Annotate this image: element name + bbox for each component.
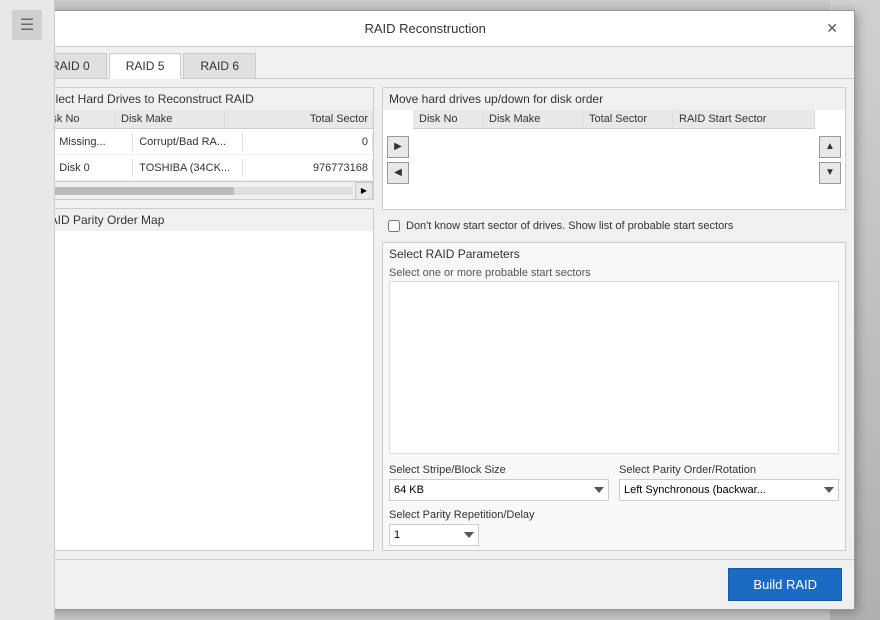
right-col-total-sector: Total Sector: [583, 110, 673, 128]
dont-know-checkbox[interactable]: [388, 220, 400, 232]
total-sector-1: 0: [243, 133, 373, 151]
scroll-track[interactable]: [55, 187, 353, 195]
repetition-select[interactable]: 1 2 3 4: [389, 524, 479, 546]
main-window: ← RAID Reconstruction ✕ RAID 0 RAID 5 RA…: [25, 10, 855, 610]
right-col-disk-no: Disk No: [413, 110, 483, 128]
stripe-group: Select Stripe/Block Size 64 KB 128 KB 25…: [389, 464, 609, 501]
dont-know-row: Don't know start sector of drives. Show …: [382, 216, 846, 236]
hard-drives-section: Select Hard Drives to Reconstruct RAID D…: [34, 87, 374, 200]
disk-no-2: Disk 0: [53, 159, 133, 177]
build-raid-button[interactable]: Build RAID: [728, 568, 842, 601]
window-title: RAID Reconstruction: [60, 21, 790, 36]
sidebar-icon-1: ☰: [12, 10, 42, 40]
table-row[interactable]: 🖫 Disk 0 TOSHIBA (34CK... 976773168: [35, 155, 373, 181]
title-bar: ← RAID Reconstruction ✕: [26, 11, 854, 47]
parity-map-label: RAID Parity Order Map: [35, 209, 373, 231]
disk-make-1: Corrupt/Bad RA...: [133, 133, 243, 151]
disk-make-2: TOSHIBA (34CK...: [133, 159, 243, 177]
hard-drives-label: Select Hard Drives to Reconstruct RAID: [35, 88, 373, 110]
dont-know-label[interactable]: Don't know start sector of drives. Show …: [406, 220, 733, 232]
repetition-label: Select Parity Repetition/Delay: [389, 509, 839, 521]
right-col-raid-start: RAID Start Sector: [673, 110, 815, 128]
stripe-select[interactable]: 64 KB 128 KB 256 KB 512 KB: [389, 479, 609, 501]
stripe-parity-row: Select Stripe/Block Size 64 KB 128 KB 25…: [383, 460, 845, 505]
parity-label: Select Parity Order/Rotation: [619, 464, 839, 476]
col-disk-make-header: Disk Make: [115, 110, 225, 128]
parity-select[interactable]: Left Synchronous (backwar... Left Asynch…: [619, 479, 839, 501]
disk-no-1: Missing...: [53, 133, 133, 151]
horiz-scrollbar[interactable]: ◀ ▶: [35, 181, 373, 199]
close-button[interactable]: ✕: [820, 18, 844, 39]
drives-table-header: Disk No Disk Make Total Sector: [35, 110, 373, 129]
col-total-sector-header: Total Sector: [225, 110, 373, 128]
move-section-body: ▶ ◀ Disk No Disk Make Total Sector RAID …: [383, 110, 845, 209]
updown-arrows: ▲ ▼: [815, 110, 845, 209]
tab-raid6[interactable]: RAID 6: [183, 53, 256, 78]
start-sectors-label: Select one or more probable start sector…: [383, 265, 845, 281]
raid-params-section: Select RAID Parameters Select one or mor…: [382, 242, 846, 551]
right-table-content: [413, 129, 815, 209]
sidebar-strip: ☰: [0, 0, 55, 620]
total-sector-2: 976773168: [243, 159, 373, 177]
move-section: Move hard drives up/down for disk order …: [382, 87, 846, 210]
table-row[interactable]: 🖫 Missing... Corrupt/Bad RA... 0: [35, 129, 373, 155]
right-table-header: Disk No Disk Make Total Sector RAID Star…: [413, 110, 815, 129]
transfer-right-button[interactable]: ▶: [387, 136, 409, 158]
start-sectors-list: [389, 281, 839, 454]
scroll-thumb[interactable]: [55, 187, 234, 195]
right-panel: Move hard drives up/down for disk order …: [382, 87, 846, 551]
left-panel: Select Hard Drives to Reconstruct RAID D…: [34, 87, 374, 551]
bottom-bar: Build RAID: [26, 559, 854, 609]
tab-bar: RAID 0 RAID 5 RAID 6: [26, 47, 854, 79]
scroll-right-arrow[interactable]: ▶: [355, 182, 373, 200]
parity-group: Select Parity Order/Rotation Left Synchr…: [619, 464, 839, 501]
parity-map-section: RAID Parity Order Map: [34, 208, 374, 551]
transfer-left-button[interactable]: ◀: [387, 162, 409, 184]
parity-map-content: [35, 231, 373, 550]
stripe-label: Select Stripe/Block Size: [389, 464, 609, 476]
move-up-button[interactable]: ▲: [819, 136, 841, 158]
move-section-label: Move hard drives up/down for disk order: [383, 88, 845, 110]
right-table-area: Disk No Disk Make Total Sector RAID Star…: [413, 110, 815, 209]
repetition-row: Select Parity Repetition/Delay 1 2 3 4: [383, 505, 845, 550]
right-col-disk-make: Disk Make: [483, 110, 583, 128]
main-content: Select Hard Drives to Reconstruct RAID D…: [26, 79, 854, 559]
transfer-arrows: ▶ ◀: [383, 110, 413, 209]
move-down-button[interactable]: ▼: [819, 162, 841, 184]
raid-params-label: Select RAID Parameters: [383, 243, 845, 265]
tab-raid5[interactable]: RAID 5: [109, 53, 182, 79]
